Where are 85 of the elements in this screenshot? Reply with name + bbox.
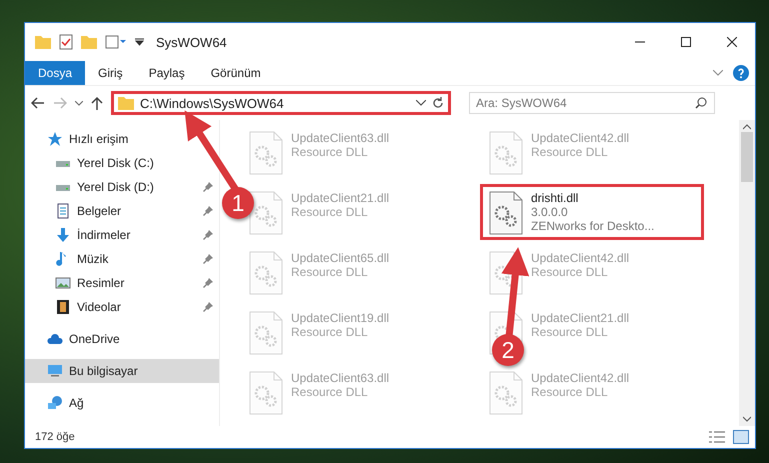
picture-icon [55, 275, 71, 291]
file-detail: Resource DLL [291, 145, 369, 159]
sidebar-item[interactable]: Bu bilgisayar [25, 359, 219, 383]
file-detail: Resource DLL [291, 265, 369, 279]
ribbon-tab[interactable]: Giriş [85, 61, 136, 85]
folder-icon [81, 35, 97, 49]
file-name: UpdateClient63.dll [291, 131, 390, 145]
maximize-icon [681, 37, 691, 47]
file-name: UpdateClient19.dll [291, 311, 390, 325]
star-icon [47, 131, 63, 147]
checklist-icon[interactable] [59, 34, 73, 50]
pin-icon[interactable] [203, 302, 213, 312]
gear-file-icon [249, 371, 283, 415]
file-detail: Resource DLL [531, 265, 609, 279]
item-count: 172 öğe [35, 431, 75, 443]
sidebar-item[interactable]: Yerel Disk (C:) [25, 151, 219, 175]
file-detail: Resource DLL [291, 205, 369, 219]
file-name: UpdateClient63.dll [291, 371, 390, 385]
pin-icon[interactable] [203, 230, 213, 240]
cloud-icon [47, 331, 63, 347]
sidebar-item[interactable]: Videolar [25, 295, 219, 319]
file-detail: ZENworks for Deskto... [531, 219, 654, 233]
file-detail: 3.0.0.0 [531, 205, 569, 219]
properties-icon[interactable] [105, 35, 127, 49]
pin-icon[interactable] [203, 206, 213, 216]
chevron-down-icon[interactable] [75, 100, 83, 106]
file-name: UpdateClient42.dll [531, 251, 630, 265]
file-name: UpdateClient21.dll [531, 311, 630, 325]
gear-file-icon [249, 191, 283, 235]
sidebar-item[interactable]: Yerel Disk (D:) [25, 175, 219, 199]
sidebar-item[interactable]: Ağ [25, 391, 219, 415]
file-detail: Resource DLL [531, 325, 609, 339]
file-name: UpdateClient42.dll [531, 371, 630, 385]
file-name: UpdateClient42.dll [531, 131, 630, 145]
gear-file-icon [249, 311, 283, 355]
folder-icon [118, 96, 134, 110]
chevron-down-icon[interactable] [416, 100, 426, 106]
ribbon-tab[interactable]: Görünüm [198, 61, 274, 85]
sidebar-item[interactable]: Hızlı erişim [25, 127, 219, 151]
gear-file-icon [489, 251, 523, 295]
close-icon [727, 37, 737, 47]
monitor-icon [47, 363, 63, 379]
file-name: UpdateClient65.dll [291, 251, 390, 265]
file-detail: Resource DLL [531, 145, 609, 159]
gear-file-icon [249, 131, 283, 175]
folder-icon [35, 35, 51, 49]
file-detail: Resource DLL [291, 325, 369, 339]
refresh-icon[interactable] [432, 97, 444, 109]
download-arrow-icon [55, 227, 71, 243]
file-detail: Resource DLL [531, 385, 609, 399]
scroll-down-icon[interactable] [743, 416, 751, 422]
network-icon [47, 395, 63, 411]
search-icon [695, 97, 707, 109]
gear-file-icon [249, 251, 283, 295]
scrollbar[interactable] [739, 120, 755, 426]
gear-file-icon [489, 191, 523, 235]
pin-icon[interactable] [203, 278, 213, 288]
film-icon [55, 299, 71, 315]
help-icon[interactable] [733, 65, 749, 81]
back-arrow-icon[interactable] [31, 97, 45, 109]
search-field[interactable]: Ara: SysWOW64 [469, 92, 715, 114]
sidebar-item[interactable]: İndirmeler [25, 223, 219, 247]
gear-file-icon [489, 371, 523, 415]
document-icon [55, 203, 71, 219]
ribbon-tab[interactable]: Dosya [25, 61, 86, 85]
scroll-up-icon[interactable] [743, 124, 751, 130]
ribbon-tab[interactable]: Paylaş [136, 61, 198, 85]
file-name: drishti.dll [531, 191, 580, 205]
sidebar-item[interactable]: Resimler [25, 271, 219, 295]
dropdown-caret-icon[interactable] [135, 38, 144, 46]
pin-icon[interactable] [203, 182, 213, 192]
details-view-icon[interactable] [709, 431, 725, 443]
file-name: UpdateClient21.dll [291, 191, 390, 205]
highlighted-file-tile[interactable]: drishti.dll 3.0.0.0 ZENworks for Deskto... [480, 184, 704, 240]
scrollbar-thumb[interactable] [741, 132, 753, 182]
sidebar-item[interactable]: Belgeler [25, 199, 219, 223]
pin-icon[interactable] [203, 254, 213, 264]
sidebar-item[interactable]: OneDrive [25, 327, 219, 351]
sidebar-item[interactable]: Müzik [25, 247, 219, 271]
gear-file-icon [489, 131, 523, 175]
window-title: SysWOW64 [156, 34, 227, 50]
file-detail: Resource DLL [291, 385, 369, 399]
address-bar[interactable]: C:\Windows\SysWOW64 [111, 91, 451, 115]
large-icons-view-icon[interactable] [733, 430, 749, 444]
up-arrow-icon[interactable] [91, 96, 103, 110]
